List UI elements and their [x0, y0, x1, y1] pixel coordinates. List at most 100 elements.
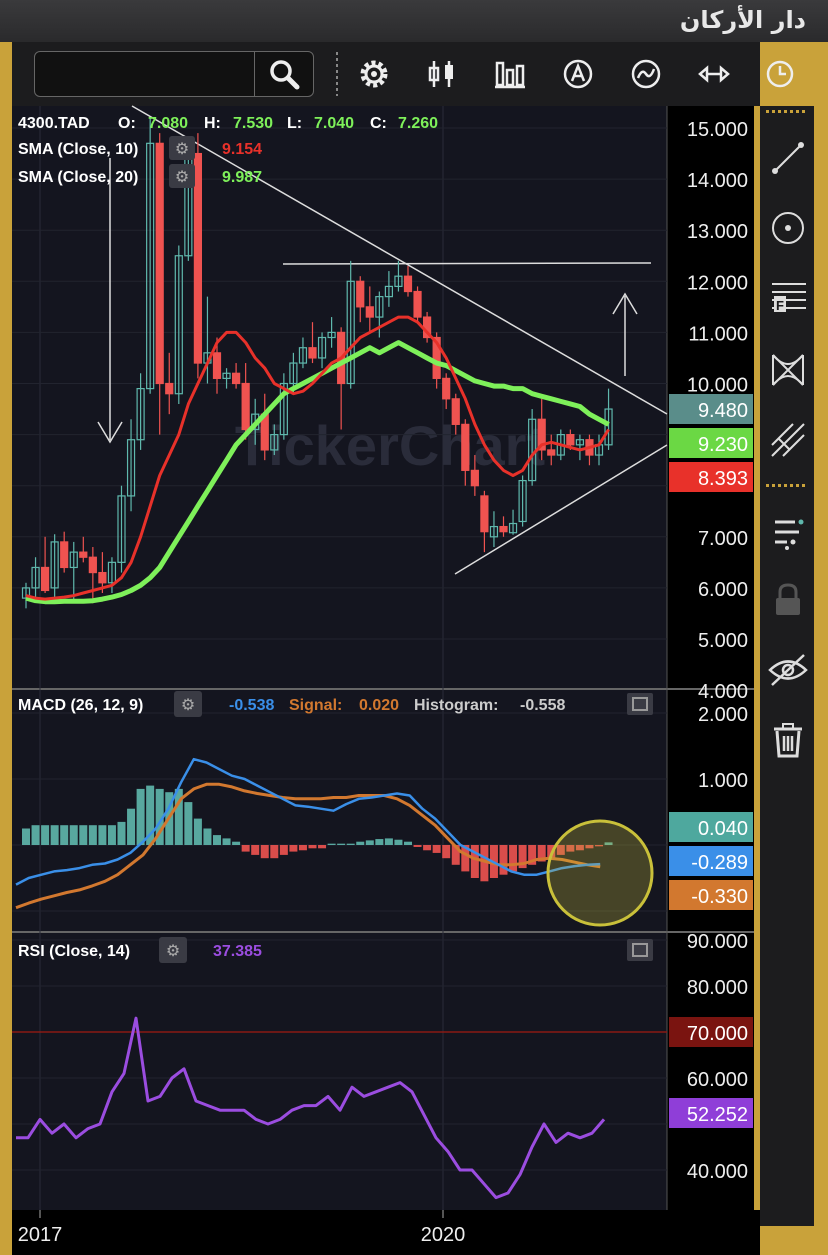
price-axis-label: 4.000	[698, 681, 748, 703]
sma10-label: SMA (Close, 10)	[18, 141, 138, 158]
macd-histogram-bar	[375, 839, 384, 845]
sma10-value: 9.154	[222, 141, 262, 158]
macd-value: -0.538	[229, 697, 274, 714]
macd-histogram-bar	[22, 828, 30, 845]
price-axis-label: 15.000	[687, 119, 748, 141]
macd-histogram-bar	[50, 825, 59, 845]
macd-histogram-bar	[79, 825, 88, 845]
price-tag-sma10: 8.393	[698, 468, 748, 490]
candle[interactable]	[212, 352, 222, 379]
candle[interactable]	[566, 434, 575, 446]
macd-maximize-button[interactable]	[627, 693, 653, 715]
macd-histogram-bar	[127, 808, 136, 845]
candle[interactable]	[165, 382, 174, 395]
macd-tag-histogram: 0.040	[698, 818, 748, 840]
open-label: O:	[118, 115, 136, 132]
macd-histogram-bar	[31, 825, 40, 845]
low-value: 7.040	[314, 115, 354, 132]
macd-histogram-bar	[203, 828, 212, 845]
macd-histogram-bar	[193, 818, 202, 845]
gear-icon: ⚙	[175, 169, 189, 186]
candle[interactable]	[193, 152, 202, 364]
rsi-maximize-button[interactable]	[627, 939, 653, 961]
candle[interactable]	[232, 372, 241, 385]
price-axis-label: 10.000	[687, 375, 748, 397]
highlight-circle[interactable]	[546, 819, 654, 927]
macd-histogram-bar	[356, 841, 365, 845]
price-axis-label: 11.000	[688, 323, 748, 345]
price-tag-sma20: 9.230	[698, 434, 748, 456]
candle[interactable]	[40, 566, 50, 592]
macd-axis-label: 1.000	[698, 770, 748, 792]
rsi-axis-label: 90.000	[687, 931, 748, 953]
candle[interactable]	[451, 398, 460, 425]
macd-histogram-bar	[270, 845, 279, 859]
horizontal-line[interactable]	[282, 262, 652, 265]
candle[interactable]	[413, 290, 422, 318]
rsi-axis-label: 40.000	[687, 1161, 748, 1183]
histogram-value: -0.558	[520, 697, 565, 714]
rsi-value: 37.385	[213, 943, 262, 960]
macd-histogram-bar	[107, 825, 116, 845]
candle[interactable]	[403, 275, 413, 293]
macd-histogram-bar	[327, 843, 336, 845]
macd-histogram-bar	[232, 841, 241, 845]
watermark: TickerChart	[235, 414, 545, 477]
macd-histogram-bar	[69, 825, 78, 845]
candle[interactable]	[442, 377, 451, 400]
candle[interactable]	[356, 280, 365, 308]
gear-icon: ⚙	[166, 943, 180, 960]
macd-histogram-bar	[346, 843, 355, 845]
high-value: 7.530	[233, 115, 273, 132]
rsi-axis-label: 80.000	[687, 977, 748, 999]
candle[interactable]	[365, 306, 374, 318]
macd-histogram-bar	[136, 788, 145, 845]
macd-histogram-bar	[60, 825, 69, 845]
candle[interactable]	[98, 571, 107, 584]
macd-axis-label: 2.000	[698, 704, 748, 726]
macd-histogram-bar	[241, 845, 250, 852]
macd-histogram-bar	[365, 840, 374, 845]
low-label: L:	[287, 115, 302, 132]
macd-histogram-bar	[432, 845, 441, 853]
rsi-tag-last: 52.252	[687, 1104, 748, 1126]
macd-histogram-bar	[251, 845, 260, 855]
candle[interactable]	[60, 541, 69, 569]
x-axis-label: 2017	[18, 1224, 63, 1246]
candle[interactable]	[79, 551, 88, 558]
candle[interactable]	[155, 142, 164, 385]
macd-histogram-bar	[213, 835, 221, 845]
rsi-tag-overbought: 70.000	[687, 1023, 748, 1045]
macd-histogram-bar	[442, 845, 451, 859]
candle[interactable]	[88, 556, 97, 574]
macd-histogram-bar	[404, 841, 412, 845]
candle[interactable]	[470, 469, 479, 487]
macd-histogram-bar	[499, 845, 508, 875]
candle[interactable]	[241, 382, 250, 431]
rsi-pane-bg	[12, 933, 667, 1210]
close-value: 7.260	[398, 115, 438, 132]
gear-icon: ⚙	[175, 141, 189, 158]
histogram-label: Histogram:	[414, 697, 498, 714]
price-axis-label: 5.000	[698, 630, 748, 652]
candle[interactable]	[461, 423, 470, 471]
candle[interactable]	[308, 347, 317, 359]
high-label: H:	[204, 115, 221, 132]
signal-label: Signal:	[289, 697, 342, 714]
macd-histogram-bar	[308, 845, 317, 849]
macd-histogram-bar	[117, 821, 126, 845]
rsi-label: RSI (Close, 14)	[18, 943, 130, 960]
chart-canvas[interactable]: TickerChart 15.000 14.000 13.000 12.000 11.0…	[0, 0, 828, 1255]
macd-label: MACD (26, 12, 9)	[18, 697, 143, 714]
macd-histogram-bar	[88, 825, 97, 845]
price-axis-label: 14.000	[687, 170, 748, 192]
x-axis-label: 2020	[421, 1224, 466, 1246]
macd-histogram-bar	[184, 802, 193, 845]
candle[interactable]	[480, 495, 489, 533]
symbol-label: 4300.TAD	[18, 115, 90, 132]
macd-histogram-bar	[413, 845, 422, 847]
candle[interactable]	[547, 449, 556, 456]
x-axis-bg	[12, 1210, 760, 1255]
signal-value: 0.020	[359, 697, 399, 714]
candle[interactable]	[499, 525, 508, 533]
